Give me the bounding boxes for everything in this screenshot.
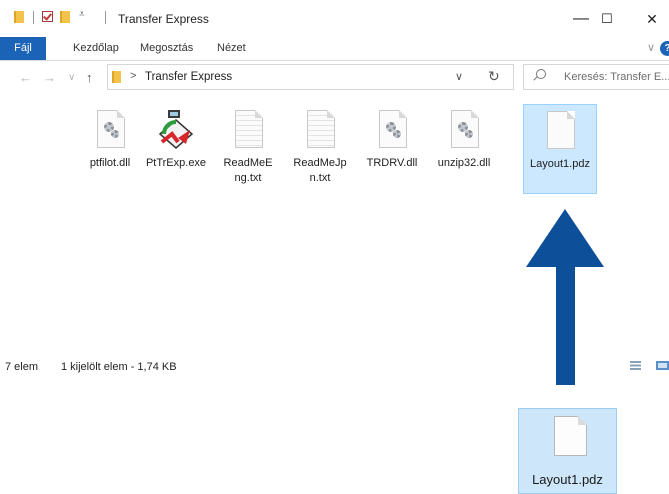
properties-check-icon[interactable]	[42, 11, 53, 22]
address-dropdown-chevron-icon[interactable]: ∨	[455, 70, 463, 83]
file-name: ReadMeJpn.txt	[293, 157, 347, 184]
up-arrow-shaft	[556, 264, 575, 385]
window-title: Transfer Express	[118, 12, 209, 26]
up-arrow-icon[interactable]: ↑	[86, 70, 93, 85]
help-icon[interactable]: ?	[660, 41, 669, 56]
file-name: ptfilot.dll	[89, 157, 131, 169]
dll-gear-icon	[444, 108, 484, 152]
file-name: TRDRV.dll	[366, 157, 418, 169]
breadcrumb-separator-icon[interactable]: >	[130, 70, 136, 82]
up-arrow-head-icon	[526, 209, 604, 267]
file-item-layout1-selected[interactable]: Layout1.pdz	[523, 104, 597, 194]
transfer-express-app-icon	[156, 108, 196, 152]
close-button[interactable]: ✕	[639, 6, 665, 32]
file-item-unzip32[interactable]: unzip32.dll	[428, 104, 500, 194]
ribbon-tabs: Fájl Kezdőlap Megosztás Nézet ∨ ?	[0, 37, 669, 61]
maximize-button[interactable]: ☐	[594, 6, 620, 32]
file-name: Layout1.pdz	[530, 158, 590, 170]
tab-share[interactable]: Megosztás	[140, 37, 193, 60]
tab-file[interactable]: Fájl	[0, 37, 46, 60]
folder-icon	[112, 71, 121, 83]
text-file-icon	[300, 108, 340, 152]
address-bar[interactable]: > Transfer Express ∨ ↻	[107, 64, 514, 90]
file-item-readmeeng[interactable]: ReadMeEng.txt	[212, 104, 284, 194]
dll-gear-icon	[90, 108, 130, 152]
title-bar: ⩡ Transfer Express — ☐ ✕	[0, 0, 669, 37]
blank-file-icon	[540, 109, 580, 153]
text-file-icon	[228, 108, 268, 152]
search-box[interactable]: Keresés: Transfer E...	[523, 64, 669, 90]
customize-toolbar-icon[interactable]: ⩡	[79, 9, 85, 20]
file-item-trdrv[interactable]: TRDRV.dll	[356, 104, 428, 194]
file-item-ptfilot[interactable]: ptfilot.dll	[74, 104, 146, 194]
quick-access-folder-icon[interactable]	[14, 11, 24, 23]
status-selection: 1 kijelölt elem - 1,74 KB	[61, 361, 177, 373]
status-item-count: 7 elem	[5, 361, 39, 373]
tab-view[interactable]: Nézet	[217, 37, 246, 60]
file-name: unzip32.dll	[437, 157, 491, 169]
forward-arrow-icon[interactable]: →	[43, 70, 56, 85]
new-folder-icon[interactable]	[60, 11, 70, 23]
search-icon	[536, 69, 546, 79]
tab-home[interactable]: Kezdőlap	[73, 37, 119, 60]
breadcrumb-transfer-express[interactable]: Transfer Express	[145, 71, 232, 83]
blank-file-icon	[554, 416, 587, 456]
file-name: ReadMeEng.txt	[223, 157, 273, 184]
dragged-file-layout1[interactable]: Layout1.pdz	[518, 408, 617, 494]
search-placeholder[interactable]: Keresés: Transfer E...	[564, 71, 669, 83]
dll-gear-icon	[372, 108, 412, 152]
file-name: PtTrExp.exe	[145, 157, 207, 169]
details-view-icon[interactable]	[630, 361, 641, 370]
ribbon-expand-chevron-icon[interactable]: ∨	[647, 41, 655, 54]
file-item-readmejpn[interactable]: ReadMeJpn.txt	[284, 104, 356, 194]
toolbar-separator	[99, 11, 112, 24]
refresh-icon[interactable]: ↻	[488, 68, 500, 85]
back-arrow-icon[interactable]: ←	[19, 70, 32, 85]
recent-locations-chevron-icon[interactable]: ∨	[68, 72, 75, 83]
dragged-file-name: Layout1.pdz	[532, 472, 603, 487]
large-icons-view-icon[interactable]	[656, 361, 669, 370]
minimize-button[interactable]: —	[568, 6, 594, 32]
file-item-pttrexp[interactable]: PtTrExp.exe	[140, 104, 212, 194]
toolbar-separator	[27, 11, 40, 24]
